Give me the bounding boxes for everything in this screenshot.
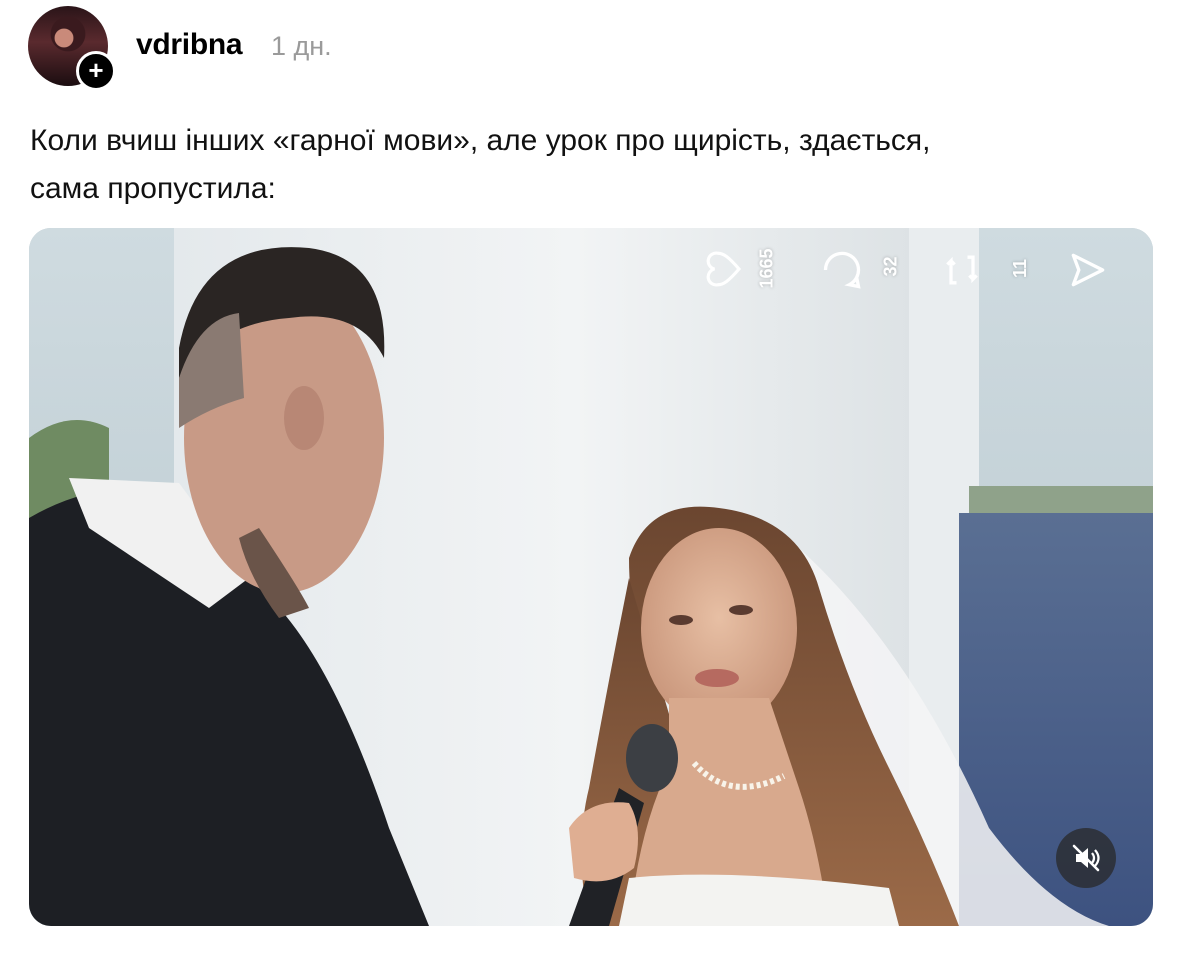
video-frame bbox=[29, 228, 1153, 926]
follow-button[interactable]: + bbox=[76, 51, 116, 91]
likes-count: 1665 bbox=[756, 248, 777, 289]
plus-icon: + bbox=[88, 55, 104, 85]
repost-icon bbox=[946, 255, 978, 285]
comments-count: 32 bbox=[880, 256, 901, 277]
avatar-wrap: + bbox=[28, 6, 116, 91]
heart-icon bbox=[706, 251, 742, 287]
timestamp: 1 дн. bbox=[271, 31, 332, 61]
comment-icon bbox=[823, 251, 861, 289]
username[interactable]: vdribna bbox=[136, 28, 243, 62]
post-caption: Коли вчиш інших «гарної мови», але урок … bbox=[30, 117, 1150, 213]
speaker-muted-icon bbox=[1072, 844, 1100, 872]
caption-line-1: Коли вчиш інших «гарної мови», але урок … bbox=[30, 124, 931, 157]
send-icon bbox=[1071, 253, 1105, 287]
mute-button[interactable] bbox=[1056, 828, 1116, 888]
reposts-count: 11 bbox=[1010, 258, 1031, 279]
caption-line-2: сама пропустила: bbox=[30, 172, 276, 205]
video-player[interactable]: 1665 32 11 bbox=[29, 228, 1153, 926]
post: + vdribna 1 дн. Коли вчиш інших «гарної … bbox=[0, 0, 1200, 956]
